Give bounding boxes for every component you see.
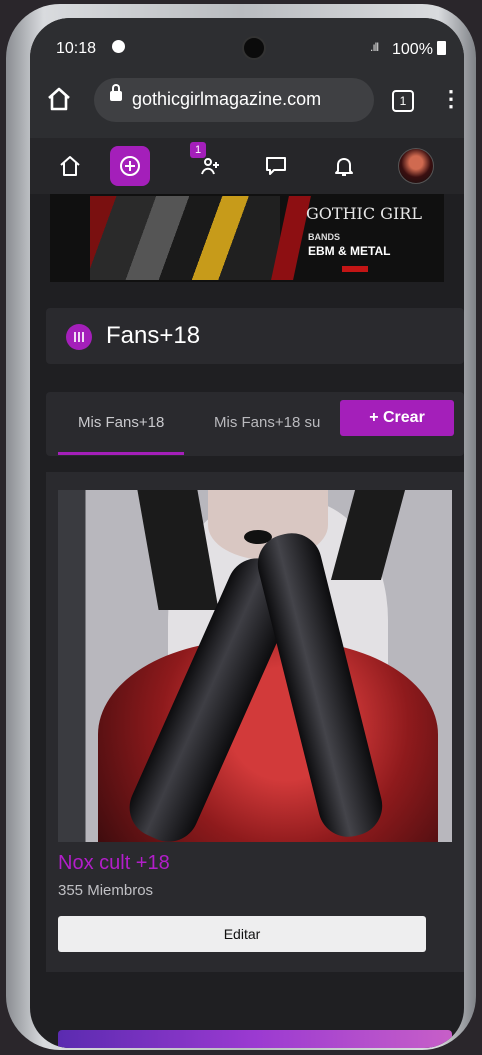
avatar[interactable] (398, 148, 434, 184)
url-bar[interactable]: gothicgirlmagazine.com (94, 78, 374, 122)
group-member-count: 355 Miembros (58, 882, 154, 899)
grid-icon (66, 324, 92, 350)
lock-icon (110, 84, 122, 101)
group-name-link[interactable]: Nox cult +18 (58, 852, 170, 875)
front-camera (242, 36, 266, 60)
active-tab-indicator (58, 452, 184, 455)
site-nav: 1 (30, 138, 464, 194)
notifications-icon[interactable] (324, 146, 364, 186)
status-time: 10:18 (56, 40, 97, 57)
cover-veil-right (330, 490, 406, 580)
ad-banner[interactable]: GOTHIC GIRL BANDS EBM & METAL (50, 194, 444, 282)
url-text: gothicgirlmagazine.com (132, 89, 322, 109)
browser-toolbar: gothicgirlmagazine.com 1 ⋮ (30, 64, 464, 138)
tab-my-fans18[interactable]: Mis Fans+18 (78, 414, 164, 431)
banner-title: EBM & METAL (308, 244, 391, 258)
create-post-icon[interactable] (110, 146, 150, 186)
tab-my-fans18-subscribed[interactable]: Mis Fans+18 su (214, 414, 334, 431)
spotify-icon (112, 40, 125, 53)
group-cover-image[interactable] (58, 490, 452, 842)
edit-button[interactable]: Editar (58, 916, 426, 952)
friend-requests-badge: 1 (190, 142, 206, 158)
page-title: Fans+18 (106, 322, 201, 349)
groups-tabs: Mis Fans+18 Mis Fans+18 su + Crear (46, 392, 464, 456)
status-bar: 10:18 .ıll 100% (30, 18, 464, 64)
cover-veil-left (137, 490, 219, 610)
screen: 10:18 .ıll 100% gothicgirlmagazine.com 1… (30, 18, 464, 1048)
battery-icon (437, 41, 446, 55)
phone-frame: 10:18 .ıll 100% gothicgirlmagazine.com 1… (6, 4, 476, 1050)
battery-percent: 100% (392, 41, 433, 58)
group-card: Nox cult +18 355 Miembros Editar (46, 472, 464, 972)
banner-button (342, 266, 368, 272)
banner-photo (90, 196, 280, 280)
banner-subtitle: BANDS (308, 232, 341, 242)
next-group-cover[interactable] (58, 1030, 452, 1048)
signal-icon: .ıll (370, 40, 379, 54)
tab-switcher-button[interactable]: 1 (392, 90, 414, 112)
more-options-icon[interactable]: ⋮ (440, 86, 462, 112)
messages-icon[interactable] (256, 146, 296, 186)
browser-home-icon[interactable] (46, 86, 72, 112)
section-header: Fans+18 (46, 308, 464, 364)
home-icon[interactable] (50, 146, 90, 186)
create-button[interactable]: + Crear (340, 400, 454, 436)
banner-logo: GOTHIC GIRL (306, 204, 422, 223)
